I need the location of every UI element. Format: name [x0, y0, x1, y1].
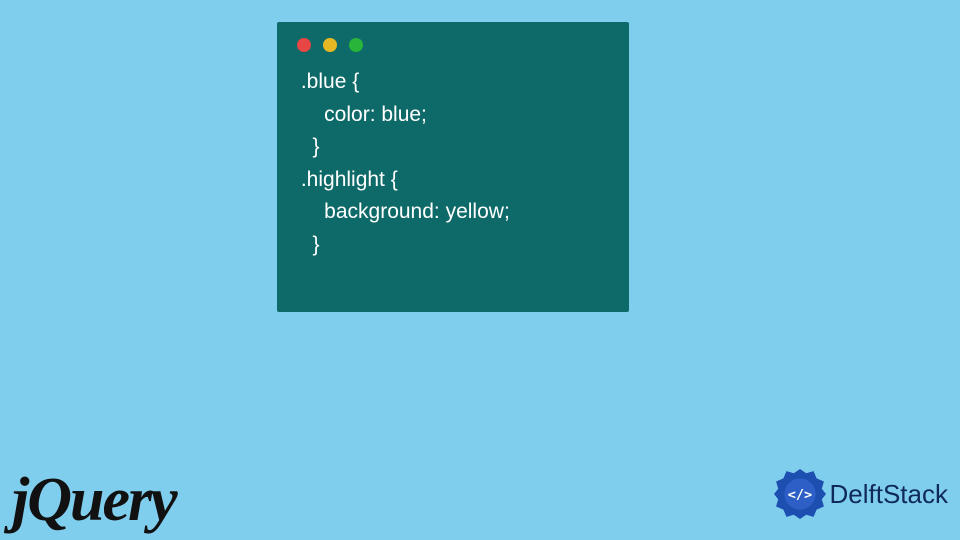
window-close-icon: [297, 38, 311, 52]
window-traffic-lights: [277, 22, 629, 60]
delftstack-label: DelftStack: [830, 479, 949, 510]
delftstack-logo: </> DelftStack: [774, 468, 949, 520]
svg-text:</>: </>: [787, 487, 811, 503]
code-window: .blue { color: blue; } .highlight { back…: [277, 22, 629, 312]
code-block: .blue { color: blue; } .highlight { back…: [277, 60, 629, 279]
window-maximize-icon: [349, 38, 363, 52]
window-minimize-icon: [323, 38, 337, 52]
jquery-logo: jQuery: [12, 465, 176, 536]
gear-code-icon: </>: [774, 468, 826, 520]
